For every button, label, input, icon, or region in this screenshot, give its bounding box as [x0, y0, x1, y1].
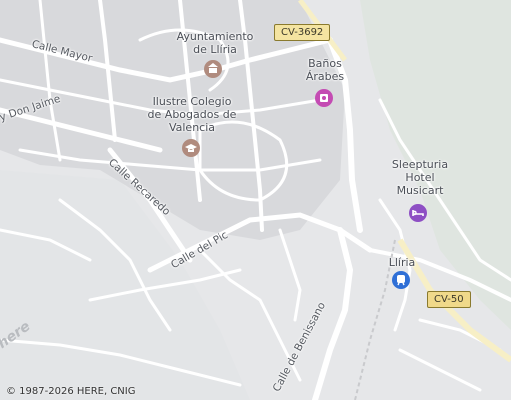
poi-hotel-line-2: Hotel: [405, 171, 435, 184]
poi-banos-label: Baños Árabes: [295, 57, 355, 83]
poi-ayuntamiento[interactable]: Ayuntamiento de Llíria: [170, 30, 260, 80]
poi-hotel-line-3: Musicart: [396, 184, 444, 197]
poi-sleepturia-hotel[interactable]: Sleepturia Hotel Musicart: [385, 158, 455, 226]
poi-station-line-1: Llíria: [388, 256, 416, 269]
map-attribution: © 1987-2026 HERE, CNIG: [6, 386, 136, 397]
poi-ayuntamiento-line-2: de Llíria: [193, 43, 237, 56]
poi-colegio-line-1: Ilustre Colegio: [152, 95, 232, 108]
academy-icon: [182, 139, 200, 157]
metro-station-icon: [392, 271, 410, 289]
poi-colegio-abogados[interactable]: Ilustre Colegio de Abogados de Valencia: [142, 95, 242, 163]
poi-banos-arabes[interactable]: Baños Árabes: [295, 57, 355, 109]
map-view[interactable]: here Calle Mayor y Don Jaime Calle Recar…: [0, 0, 511, 400]
hotel-icon: [409, 204, 427, 222]
poi-colegio-label: Ilustre Colegio de Abogados de Valencia: [142, 95, 242, 134]
poi-ayuntamiento-label: Ayuntamiento de Llíria: [170, 30, 260, 56]
poi-colegio-line-3: Valencia: [168, 121, 216, 134]
road-shield-cv-50: CV-50: [427, 291, 471, 308]
poi-liria-station[interactable]: Llíria: [380, 256, 424, 292]
poi-hotel-line-1: Sleepturia: [391, 158, 449, 171]
poi-hotel-label: Sleepturia Hotel Musicart: [385, 158, 455, 197]
road-shield-cv-3692: CV-3692: [274, 24, 331, 41]
poi-ayuntamiento-line-1: Ayuntamiento: [176, 30, 254, 43]
poi-colegio-line-2: de Abogados de: [147, 108, 237, 121]
museum-icon: [315, 89, 333, 107]
poi-banos-line-1: Baños: [308, 57, 342, 70]
poi-banos-line-2: Árabes: [305, 70, 345, 83]
town-hall-icon: [204, 60, 222, 78]
poi-station-label: Llíria: [380, 256, 424, 269]
